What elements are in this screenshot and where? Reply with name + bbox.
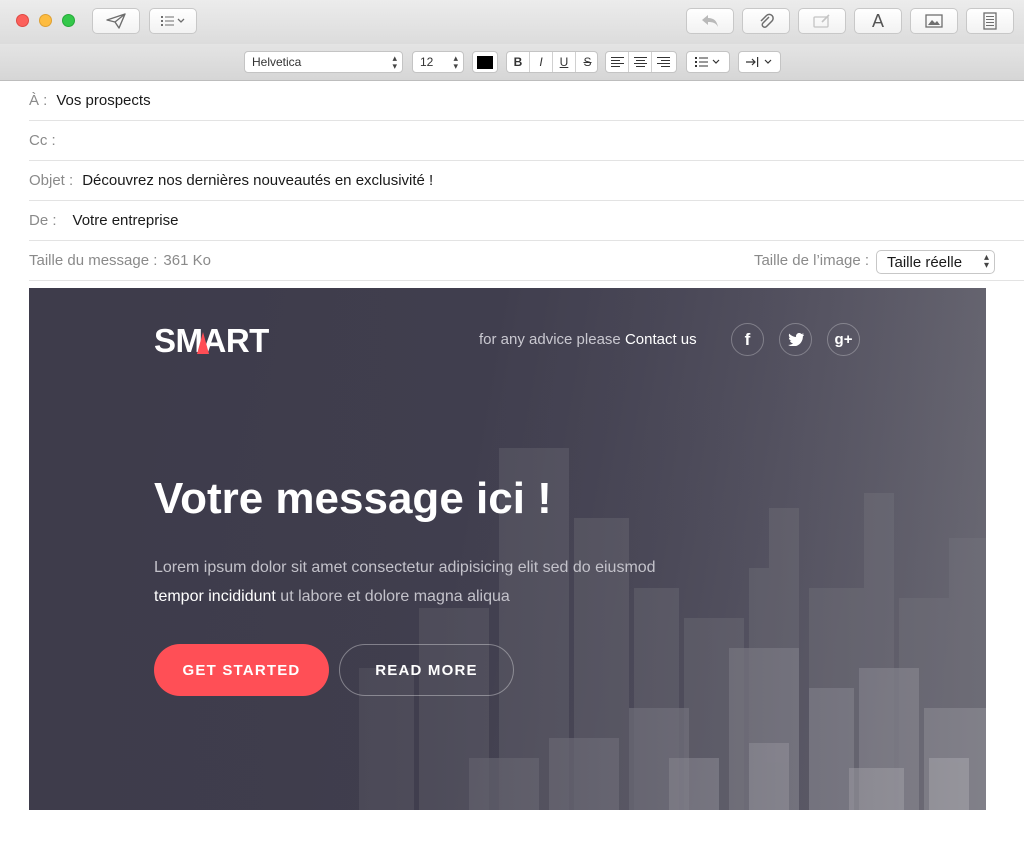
- hero-body-rest: ut labore et dolore magna aliqua: [275, 588, 510, 605]
- close-window-button[interactable]: [16, 14, 29, 27]
- from-field[interactable]: Votre entreprise: [73, 212, 179, 229]
- font-size-select[interactable]: 12 ▴ ▾: [412, 51, 464, 73]
- attachment-icon: [760, 13, 774, 28]
- hero-body-line: Lorem ipsum dolor sit amet consectetur a…: [154, 559, 656, 576]
- reply-icon: [702, 15, 718, 27]
- stepper-arrows-icon: ▴ ▾: [983, 252, 989, 271]
- city-skyline-image: [29, 288, 986, 810]
- align-left-button[interactable]: [606, 52, 629, 72]
- align-right-icon: [657, 57, 670, 67]
- align-left-icon: [610, 57, 624, 67]
- stationery-button[interactable]: [966, 8, 1014, 34]
- to-label: À :: [29, 92, 48, 109]
- from-field-row: De : Votre entreprise: [29, 201, 1024, 241]
- advice-text: for any advice please Contact us: [479, 331, 697, 348]
- send-button[interactable]: [92, 8, 140, 34]
- image-size-select[interactable]: Taille réelle ▴ ▾: [876, 250, 995, 274]
- list-style-menu[interactable]: [686, 51, 730, 73]
- font-family-value: Helvetica: [252, 55, 302, 69]
- advice-prefix: for any advice please: [479, 331, 621, 348]
- italic-button[interactable]: I: [530, 52, 553, 72]
- align-center-icon: [633, 57, 647, 67]
- photo-browser-button[interactable]: [910, 8, 958, 34]
- markup-button[interactable]: [798, 8, 846, 34]
- hero-body-text: Lorem ipsum dolor sit amet consectetur a…: [154, 553, 754, 611]
- bullet-list-icon: [695, 57, 720, 67]
- minimize-window-button[interactable]: [39, 14, 52, 27]
- get-started-button[interactable]: GET STARTED: [154, 644, 329, 696]
- subject-field[interactable]: Découvrez nos dernières nouveautés en ex…: [82, 172, 433, 189]
- twitter-icon: [787, 333, 804, 346]
- reply-button[interactable]: [686, 8, 734, 34]
- hero-body-line: tempor incididunt ut labore et dolore ma…: [154, 582, 754, 611]
- email-banner: SMART for any advice please Contact us f…: [29, 288, 986, 810]
- underline-button[interactable]: U: [553, 52, 576, 72]
- stepper-arrows-icon: ▴ ▾: [392, 53, 397, 71]
- from-label: De :: [29, 212, 57, 229]
- cc-label: Cc :: [29, 132, 56, 149]
- message-size-label: Taille du message :: [29, 252, 158, 269]
- font-family-select[interactable]: Helvetica ▴ ▾: [244, 51, 403, 73]
- text-style-segment: B I U S: [506, 51, 598, 73]
- message-size-value: 361 Ko: [163, 252, 211, 269]
- facebook-button[interactable]: f: [731, 323, 764, 356]
- markup-icon: [813, 14, 830, 28]
- cc-field[interactable]: [65, 132, 465, 150]
- to-field-row: À : Vos prospects: [29, 81, 1024, 121]
- twitter-button[interactable]: [779, 323, 812, 356]
- read-more-button[interactable]: READ MORE: [339, 644, 514, 696]
- contact-us-link[interactable]: Contact us: [625, 331, 697, 348]
- google-plus-icon: g+: [834, 331, 853, 348]
- to-field[interactable]: Vos prospects: [56, 92, 150, 109]
- window-toolbar: A: [0, 0, 1024, 44]
- text-color-well[interactable]: [472, 51, 498, 73]
- image-size-value: Taille réelle: [887, 253, 963, 271]
- brand-logo[interactable]: SMART: [154, 322, 269, 359]
- image-size-label: Taille de l’image :: [753, 252, 869, 269]
- photo-browser-icon: [925, 14, 943, 28]
- facebook-icon: f: [744, 329, 751, 349]
- message-size-row: Taille du message : 361 Ko Taille de l’i…: [29, 241, 1024, 281]
- hero-headline: Votre message ici !: [154, 474, 552, 523]
- subject-field-row: Objet : Découvrez nos dernières nouveaut…: [29, 161, 1024, 201]
- font-icon: A: [871, 10, 884, 31]
- attachment-button[interactable]: [742, 8, 790, 34]
- subject-label: Objet :: [29, 172, 74, 189]
- align-right-button[interactable]: [652, 52, 675, 72]
- google-plus-button[interactable]: g+: [827, 323, 860, 356]
- header-fields-menu-button[interactable]: [149, 8, 197, 34]
- indent-icon: [745, 57, 771, 67]
- send-icon: [106, 13, 126, 29]
- align-center-button[interactable]: [629, 52, 652, 72]
- stationery-icon: [983, 12, 997, 30]
- strikethrough-button[interactable]: S: [576, 52, 599, 72]
- hero-body-highlight: tempor incididunt: [154, 588, 276, 605]
- alignment-segment: [605, 51, 677, 73]
- text-color-swatch: [477, 55, 493, 69]
- font-size-value: 12: [420, 55, 434, 69]
- logo-accent-mark: [197, 332, 209, 354]
- indent-menu[interactable]: [738, 51, 781, 73]
- cc-field-row: Cc :: [29, 121, 1024, 161]
- font-button[interactable]: A: [854, 8, 902, 34]
- stepper-arrows-icon: ▴ ▾: [453, 53, 458, 71]
- zoom-window-button[interactable]: [62, 14, 75, 27]
- header-fields-menu-icon: [161, 16, 185, 26]
- bold-button[interactable]: B: [507, 52, 530, 72]
- format-bar: Helvetica ▴ ▾ 12 ▴ ▾ B I U S: [0, 44, 1024, 81]
